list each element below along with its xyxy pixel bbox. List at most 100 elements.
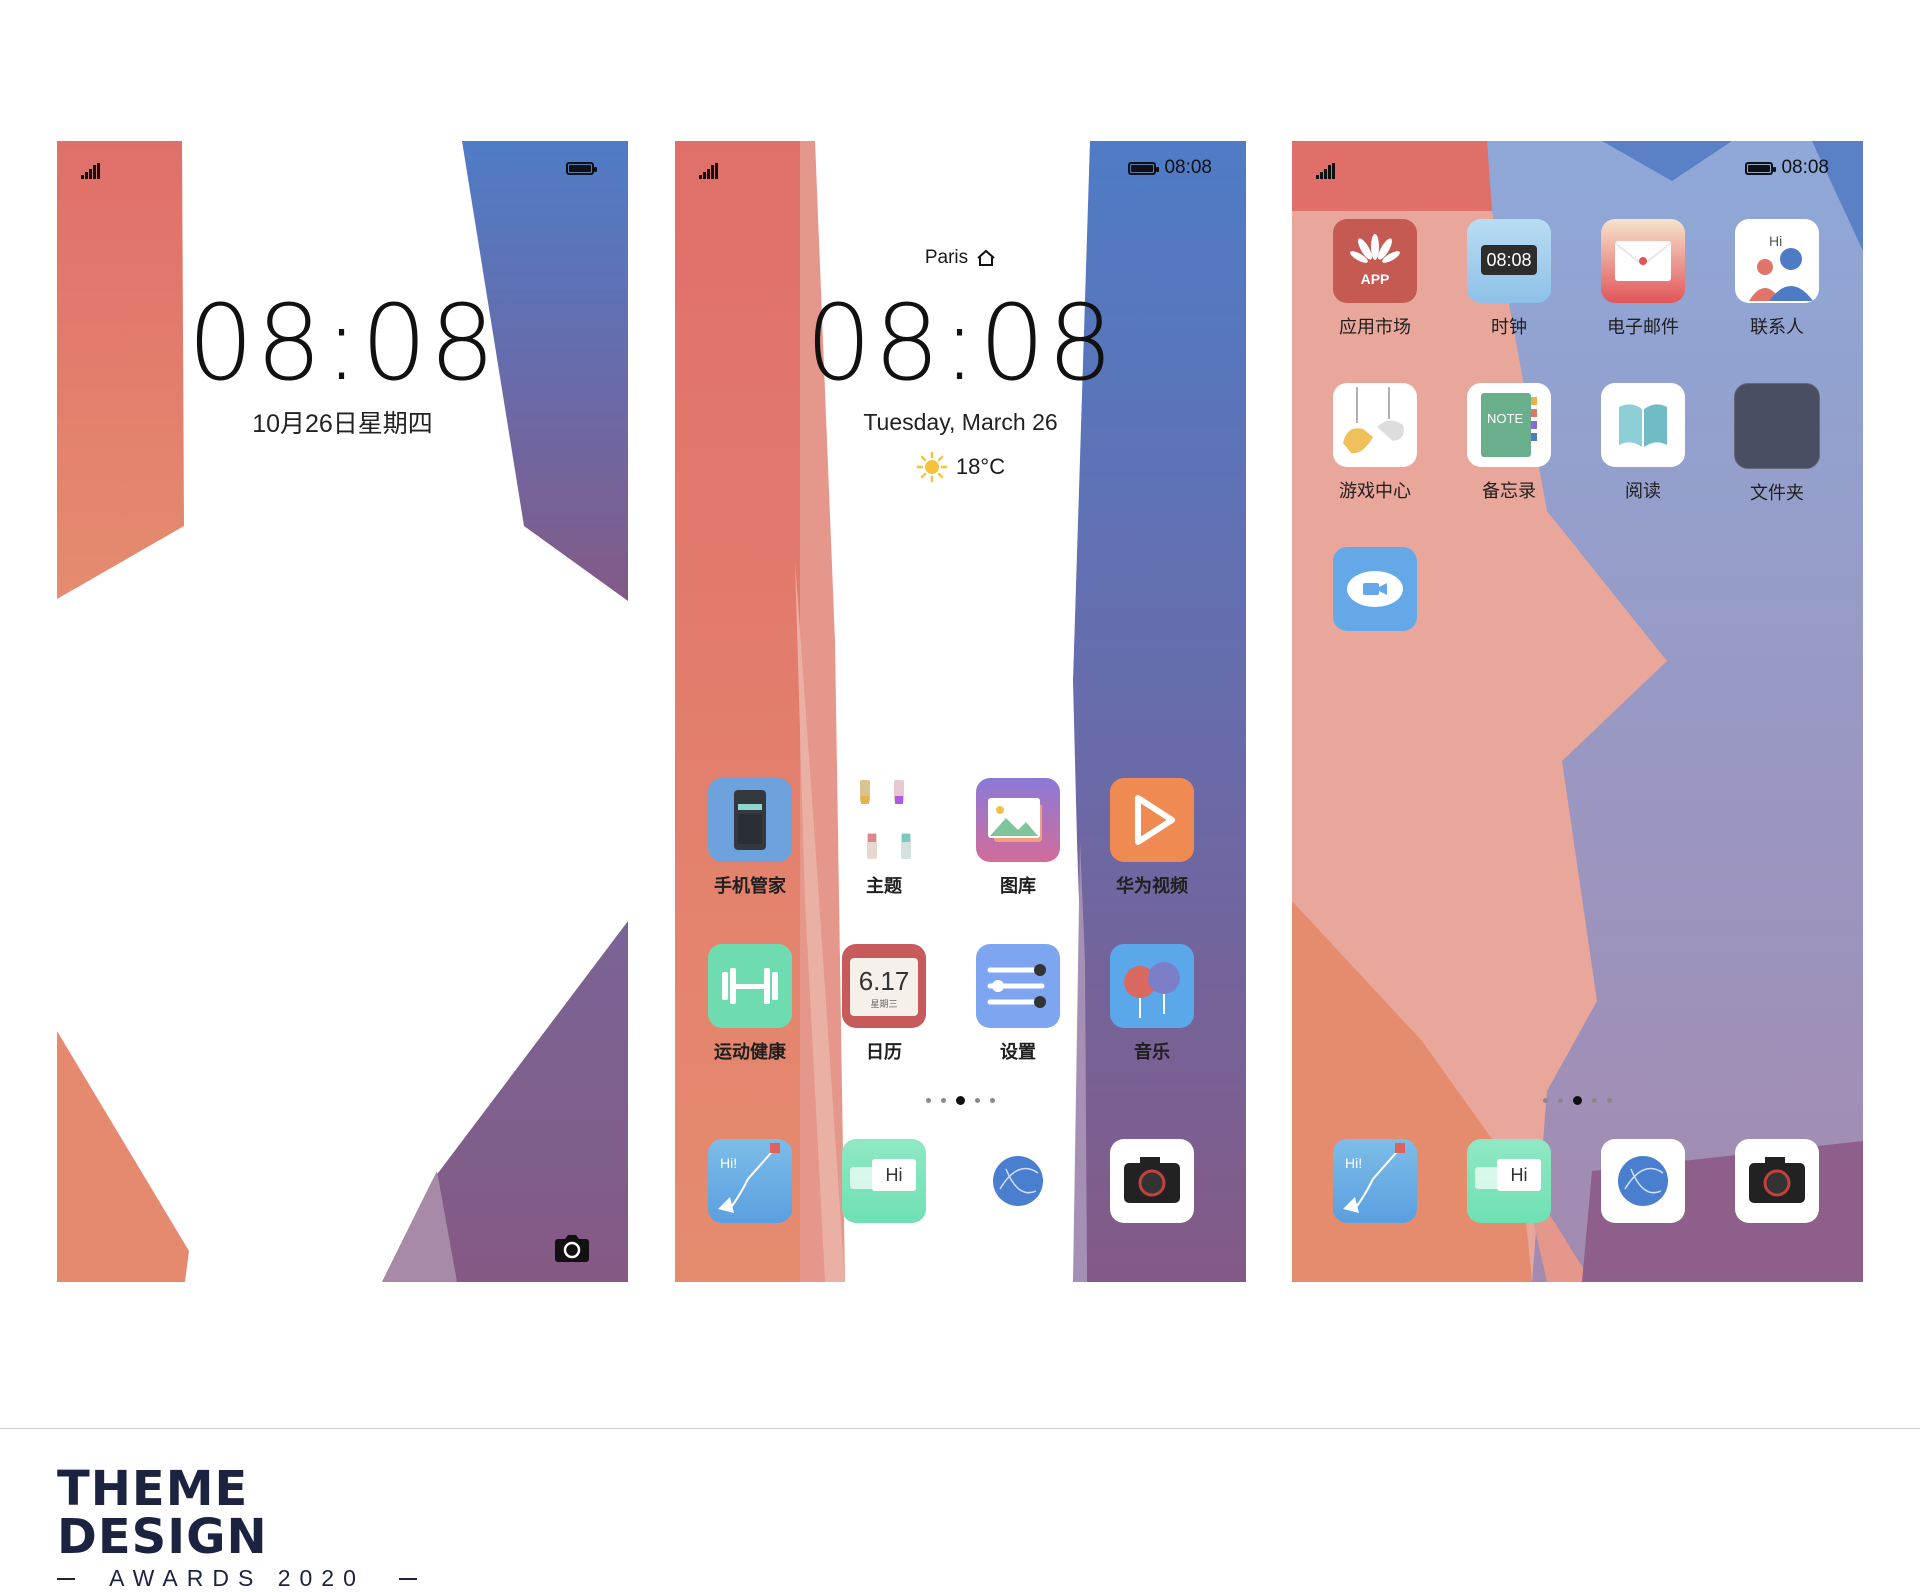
folder-icon (1734, 383, 1820, 469)
calendar-weekday: 星期三 (870, 999, 898, 1009)
app-market-text: APP (1360, 271, 1390, 287)
page-dot[interactable] (941, 1098, 946, 1103)
app-label: 图库 (1000, 876, 1036, 896)
weather-widget[interactable]: 18°C (675, 451, 1246, 483)
page-dot[interactable] (1558, 1098, 1563, 1103)
lock-time: 08:08 (187, 282, 498, 404)
page-dot[interactable] (1607, 1098, 1612, 1103)
app-label: 游戏中心 (1339, 481, 1411, 501)
app-email[interactable]: 电子邮件 (1576, 219, 1710, 339)
app-label: 设置 (1000, 1042, 1036, 1062)
notes-icon: NOTE (1467, 383, 1551, 467)
messages-icon-text: Hi (872, 1159, 916, 1191)
camera-icon (1110, 1139, 1194, 1223)
app-video-call[interactable] (1308, 547, 1442, 641)
app-video[interactable]: 华为视频 (1085, 778, 1219, 898)
browser-icon (976, 1139, 1060, 1223)
app-phone-manager[interactable]: 手机管家 (683, 778, 817, 898)
battery-icon (566, 161, 597, 175)
app-music[interactable]: 音乐 (1085, 944, 1219, 1064)
home-icon (977, 249, 995, 266)
app-game-center[interactable]: 游戏中心 (1308, 383, 1442, 503)
lock-screen: 08:08 10月26日星期四 (57, 141, 628, 1282)
clock-icon-text: 08:08 (1481, 245, 1537, 275)
page-indicator[interactable] (675, 1096, 1246, 1105)
app-market[interactable]: APP 应用市场 (1308, 219, 1442, 339)
page-dot-active[interactable] (1573, 1096, 1582, 1105)
app-health[interactable]: 运动健康 (683, 944, 817, 1064)
dock-messages[interactable]: Hi (1442, 1139, 1576, 1223)
app-themes[interactable]: 主题 (817, 778, 951, 898)
app-gallery[interactable]: 图库 (951, 778, 1085, 898)
phone-icon: Hi! (708, 1139, 792, 1223)
dock-messages[interactable]: Hi (817, 1139, 951, 1223)
app-calendar[interactable]: 6.17 星期三 日历 (817, 944, 951, 1064)
app-label: 运动健康 (714, 1042, 786, 1062)
email-icon (1601, 219, 1685, 303)
footer-divider (0, 1428, 1920, 1429)
gallery-icon (976, 778, 1060, 862)
browser-icon (1601, 1139, 1685, 1223)
app-folder[interactable]: 文件夹 (1710, 383, 1844, 505)
camera-icon[interactable] (554, 1232, 590, 1264)
page-dot[interactable] (1592, 1098, 1597, 1103)
app-label: 备忘录 (1482, 481, 1536, 501)
app-settings[interactable]: 设置 (951, 944, 1085, 1064)
battery-icon (1745, 161, 1777, 175)
game-center-icon (1333, 383, 1417, 467)
video-icon (1110, 778, 1194, 862)
signal-icon (1316, 163, 1335, 179)
dock-browser[interactable] (1576, 1139, 1710, 1223)
calendar-icon: 6.17 星期三 (842, 944, 926, 1028)
video-call-icon (1333, 547, 1417, 631)
calendar-date: 6.17 (858, 966, 910, 996)
page-indicator[interactable] (1292, 1096, 1863, 1105)
dock-phone[interactable]: Hi! (1308, 1139, 1442, 1223)
reading-icon (1601, 383, 1685, 467)
phone-icon: Hi! (1333, 1139, 1417, 1223)
app-label: 应用市场 (1339, 317, 1411, 337)
dash-left (57, 1577, 75, 1580)
page-dot[interactable] (926, 1098, 931, 1103)
health-icon (708, 944, 792, 1028)
brand-title: THEME DESIGN (57, 1461, 268, 1565)
app-reading[interactable]: 阅读 (1576, 383, 1710, 503)
app-label: 音乐 (1134, 1042, 1170, 1062)
contacts-icon: Hi (1735, 219, 1819, 303)
app-contacts[interactable]: Hi 联系人 (1710, 219, 1844, 339)
dock-camera[interactable] (1710, 1139, 1844, 1223)
app-label: 主题 (866, 876, 902, 896)
app-notes[interactable]: NOTE 备忘录 (1442, 383, 1576, 503)
brand-subtitle: AWARDS 2020 (109, 1565, 365, 1591)
app-label: 华为视频 (1116, 876, 1188, 896)
home-screen: 08:08 Paris 08:08 Tuesday, March 26 18°C… (675, 141, 1246, 1282)
brand-subtitle-row: AWARDS 2020 (57, 1565, 417, 1592)
lock-date: 10月26日星期四 (252, 410, 433, 438)
app-label: 手机管家 (714, 876, 786, 896)
dock-phone[interactable]: Hi! (683, 1139, 817, 1223)
settings-icon (976, 944, 1060, 1028)
app-market-icon: APP (1333, 219, 1417, 303)
app-clock[interactable]: 08:08 时钟 (1442, 219, 1576, 339)
status-time: 08:08 (1781, 157, 1829, 178)
themes-icon (842, 778, 926, 862)
dock-camera[interactable] (1085, 1139, 1219, 1223)
messages-icon: Hi (1467, 1139, 1551, 1223)
home-date: Tuesday, March 26 (863, 409, 1058, 435)
messages-icon-text: Hi (1497, 1159, 1541, 1191)
app-label: 日历 (866, 1042, 902, 1062)
city-name: Paris (924, 247, 969, 268)
page-dot[interactable] (1543, 1098, 1548, 1103)
home-time[interactable]: 08:08 (675, 291, 1246, 395)
dock-browser[interactable] (951, 1139, 1085, 1223)
status-right: 08:08 (1128, 155, 1212, 181)
page-dot-active[interactable] (956, 1096, 965, 1105)
page-dot[interactable] (990, 1098, 995, 1103)
page-dot[interactable] (975, 1098, 980, 1103)
weather-city[interactable]: Paris (675, 247, 1246, 269)
camera-icon (1735, 1139, 1819, 1223)
dash-right (399, 1577, 417, 1580)
signal-icon (699, 163, 718, 179)
status-right (566, 155, 597, 181)
brand-logo: THEME DESIGN AWARDS 2020 (57, 1465, 417, 1592)
